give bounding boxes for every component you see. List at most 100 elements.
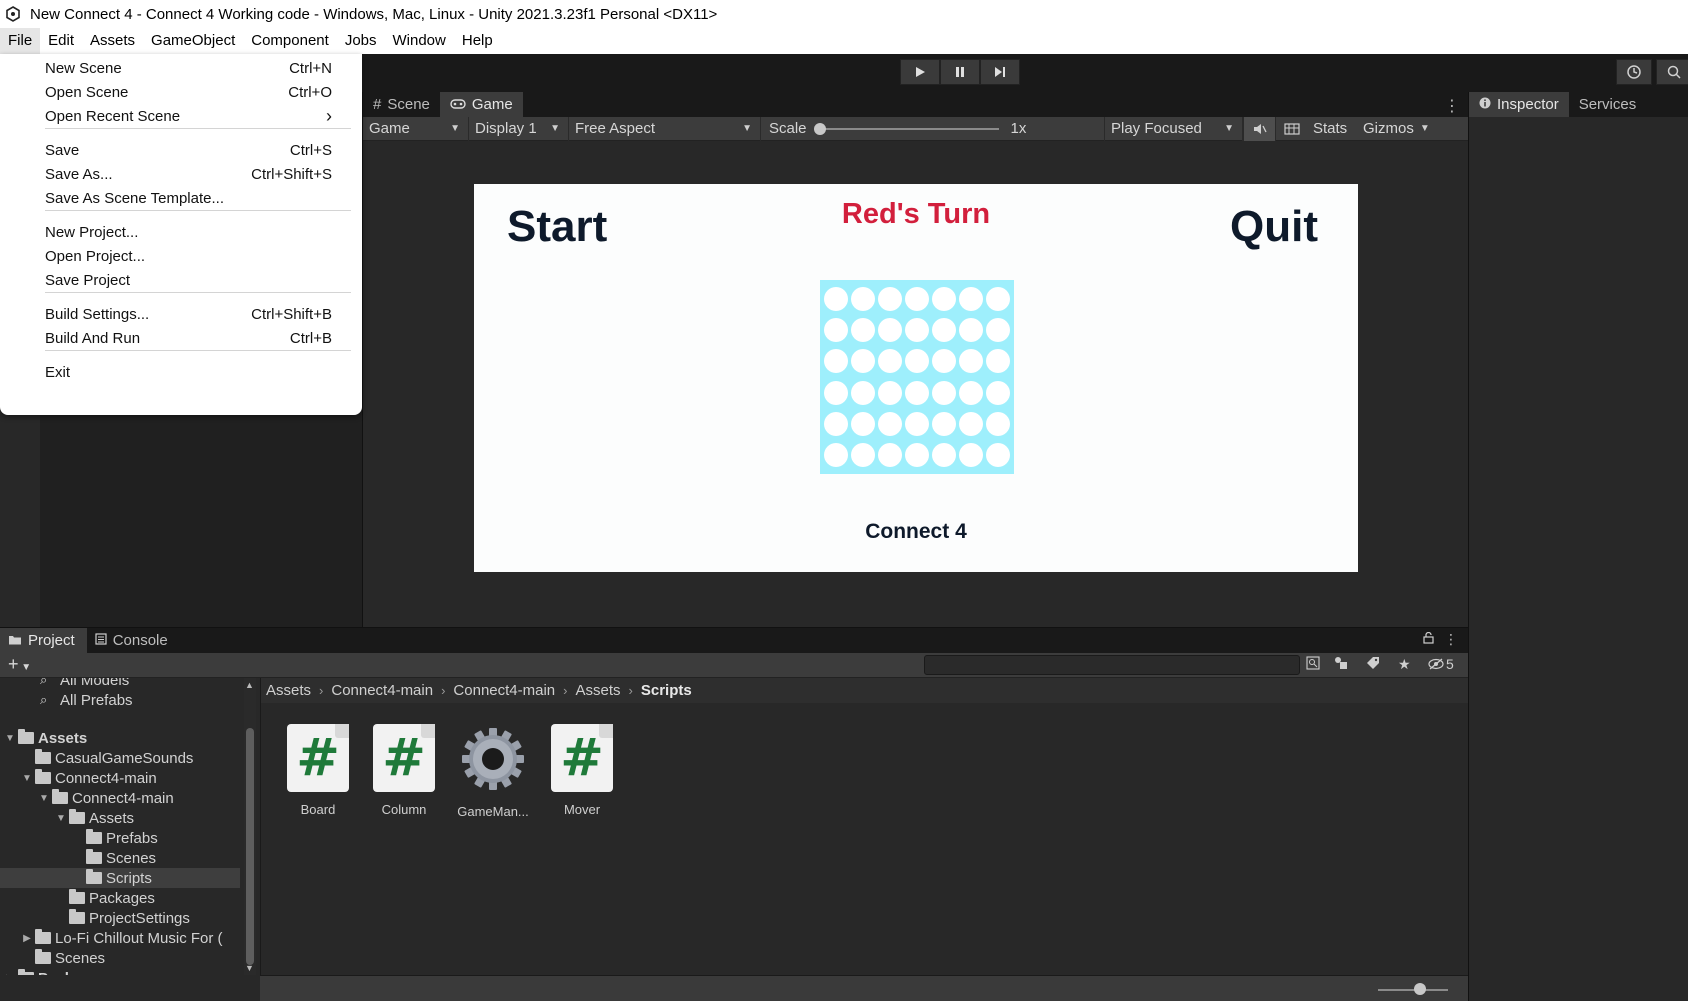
- icon-size-slider[interactable]: [1378, 989, 1448, 991]
- tab-services[interactable]: Services: [1569, 92, 1647, 117]
- pause-button[interactable]: [940, 59, 980, 85]
- board-slot[interactable]: [823, 380, 848, 405]
- scale-slider[interactable]: [813, 122, 999, 135]
- chevron-down-icon[interactable]: ▼: [21, 773, 33, 784]
- hidden-packages-toggle[interactable]: 5: [1428, 656, 1454, 672]
- asset-item[interactable]: # Mover: [537, 724, 627, 824]
- breadcrumb-item[interactable]: Assets: [266, 682, 311, 699]
- board-slot[interactable]: [877, 286, 902, 311]
- board-slot[interactable]: [986, 349, 1011, 374]
- board-slot[interactable]: [986, 443, 1011, 468]
- tree-item[interactable]: Scenes: [0, 948, 240, 968]
- board-slot[interactable]: [959, 411, 984, 436]
- tree-item[interactable]: Scripts: [0, 868, 240, 888]
- file-menu-item[interactable]: Save As... Ctrl+Shift+S: [0, 161, 362, 187]
- view-options-icon[interactable]: ⋮: [1444, 96, 1460, 116]
- project-search-input[interactable]: [924, 655, 1300, 675]
- tree-item[interactable]: Prefabs: [0, 828, 240, 848]
- tree-item[interactable]: ⌕ All Models: [0, 678, 240, 690]
- filter-type-icon[interactable]: [1334, 656, 1348, 673]
- breadcrumb-item[interactable]: Connect4-main: [331, 682, 433, 699]
- board-slot[interactable]: [904, 349, 929, 374]
- chevron-right-icon[interactable]: ▶: [21, 933, 33, 944]
- board-slot[interactable]: [823, 411, 848, 436]
- board-slot[interactable]: [932, 380, 957, 405]
- asset-item[interactable]: # Board: [273, 724, 363, 824]
- menu-assets[interactable]: Assets: [82, 28, 143, 54]
- board-slot[interactable]: [932, 286, 957, 311]
- file-menu-item[interactable]: New Project...: [0, 219, 362, 245]
- breadcrumb-item[interactable]: Assets: [575, 682, 620, 699]
- mute-audio-button[interactable]: [1243, 116, 1275, 141]
- file-menu-item[interactable]: New Scene Ctrl+N: [0, 55, 362, 81]
- tab-inspector[interactable]: Inspector: [1469, 92, 1569, 117]
- file-menu-item[interactable]: Open Recent Scene ›: [0, 103, 362, 129]
- board-slot[interactable]: [932, 349, 957, 374]
- board-slot[interactable]: [932, 443, 957, 468]
- board-slot[interactable]: [986, 286, 1011, 311]
- board-slot[interactable]: [823, 286, 848, 311]
- board-slot[interactable]: [932, 411, 957, 436]
- play-mode-dropdown[interactable]: Play Focused ▼: [1105, 116, 1243, 141]
- menu-help[interactable]: Help: [454, 28, 501, 54]
- board-slot[interactable]: [877, 380, 902, 405]
- board-slot[interactable]: [904, 380, 929, 405]
- undo-history-button[interactable]: [1616, 59, 1652, 85]
- more-options-icon[interactable]: ⋮: [1444, 631, 1458, 648]
- board-slot[interactable]: [959, 443, 984, 468]
- play-button[interactable]: [900, 59, 940, 85]
- tree-item[interactable]: ▶ Packages: [0, 968, 240, 975]
- scroll-down-icon[interactable]: ▼: [245, 963, 254, 973]
- tab-scene[interactable]: # Scene: [363, 92, 440, 117]
- chevron-right-icon[interactable]: ▶: [4, 973, 16, 976]
- keyboard-shortcuts-button[interactable]: [1275, 116, 1307, 141]
- favorite-star-icon[interactable]: ★: [1398, 656, 1411, 673]
- board-slot[interactable]: [850, 411, 875, 436]
- board-slot[interactable]: [877, 317, 902, 342]
- board-slot[interactable]: [850, 286, 875, 311]
- tab-game[interactable]: Game: [439, 92, 523, 117]
- filter-label-icon[interactable]: [1366, 656, 1380, 673]
- board-slot[interactable]: [986, 317, 1011, 342]
- board-slot[interactable]: [850, 380, 875, 405]
- board-slot[interactable]: [959, 380, 984, 405]
- tree-scrollbar-thumb[interactable]: [246, 728, 254, 965]
- file-menu-item[interactable]: Open Project...: [0, 243, 362, 269]
- tree-item[interactable]: ▼ Connect4-main: [0, 788, 240, 808]
- tree-item[interactable]: ⌕ All Prefabs: [0, 690, 240, 710]
- file-menu-item[interactable]: Build Settings... Ctrl+Shift+B: [0, 301, 362, 327]
- chevron-down-icon[interactable]: ▼: [4, 733, 16, 744]
- board-slot[interactable]: [959, 349, 984, 374]
- asset-item[interactable]: # Column: [359, 724, 449, 824]
- menu-edit[interactable]: Edit: [40, 28, 82, 54]
- file-menu-item[interactable]: Save As Scene Template...: [0, 185, 362, 211]
- file-menu-item[interactable]: Save Project: [0, 267, 362, 293]
- tree-item[interactable]: ▼ Connect4-main: [0, 768, 240, 788]
- board-slot[interactable]: [959, 317, 984, 342]
- create-asset-button[interactable]: + ▼: [8, 654, 31, 675]
- board-slot[interactable]: [959, 286, 984, 311]
- chevron-down-icon[interactable]: ▼: [38, 793, 50, 804]
- step-button[interactable]: [980, 59, 1020, 85]
- board-slot[interactable]: [823, 443, 848, 468]
- board-slot[interactable]: [850, 317, 875, 342]
- menu-component[interactable]: Component: [243, 28, 337, 54]
- board-slot[interactable]: [932, 317, 957, 342]
- tree-item[interactable]: ▶ Lo-Fi Chillout Music For (: [0, 928, 240, 948]
- file-menu-item[interactable]: Build And Run Ctrl+B: [0, 325, 362, 351]
- board-slot[interactable]: [877, 443, 902, 468]
- menu-jobs[interactable]: Jobs: [337, 28, 385, 54]
- tree-item[interactable]: ▼ Assets: [0, 808, 240, 828]
- tree-item[interactable]: Scenes: [0, 848, 240, 868]
- aspect-dropdown[interactable]: Free Aspect ▼: [569, 116, 761, 141]
- board-slot[interactable]: [986, 411, 1011, 436]
- board-slot[interactable]: [904, 286, 929, 311]
- lock-icon[interactable]: [1423, 631, 1434, 648]
- board-slot[interactable]: [877, 411, 902, 436]
- board-slot[interactable]: [850, 349, 875, 374]
- tree-item[interactable]: ProjectSettings: [0, 908, 240, 928]
- file-menu-item[interactable]: Open Scene Ctrl+O: [0, 79, 362, 105]
- menu-file[interactable]: File: [0, 28, 41, 54]
- board-slot[interactable]: [877, 349, 902, 374]
- search-toolbar-button[interactable]: [1656, 59, 1688, 85]
